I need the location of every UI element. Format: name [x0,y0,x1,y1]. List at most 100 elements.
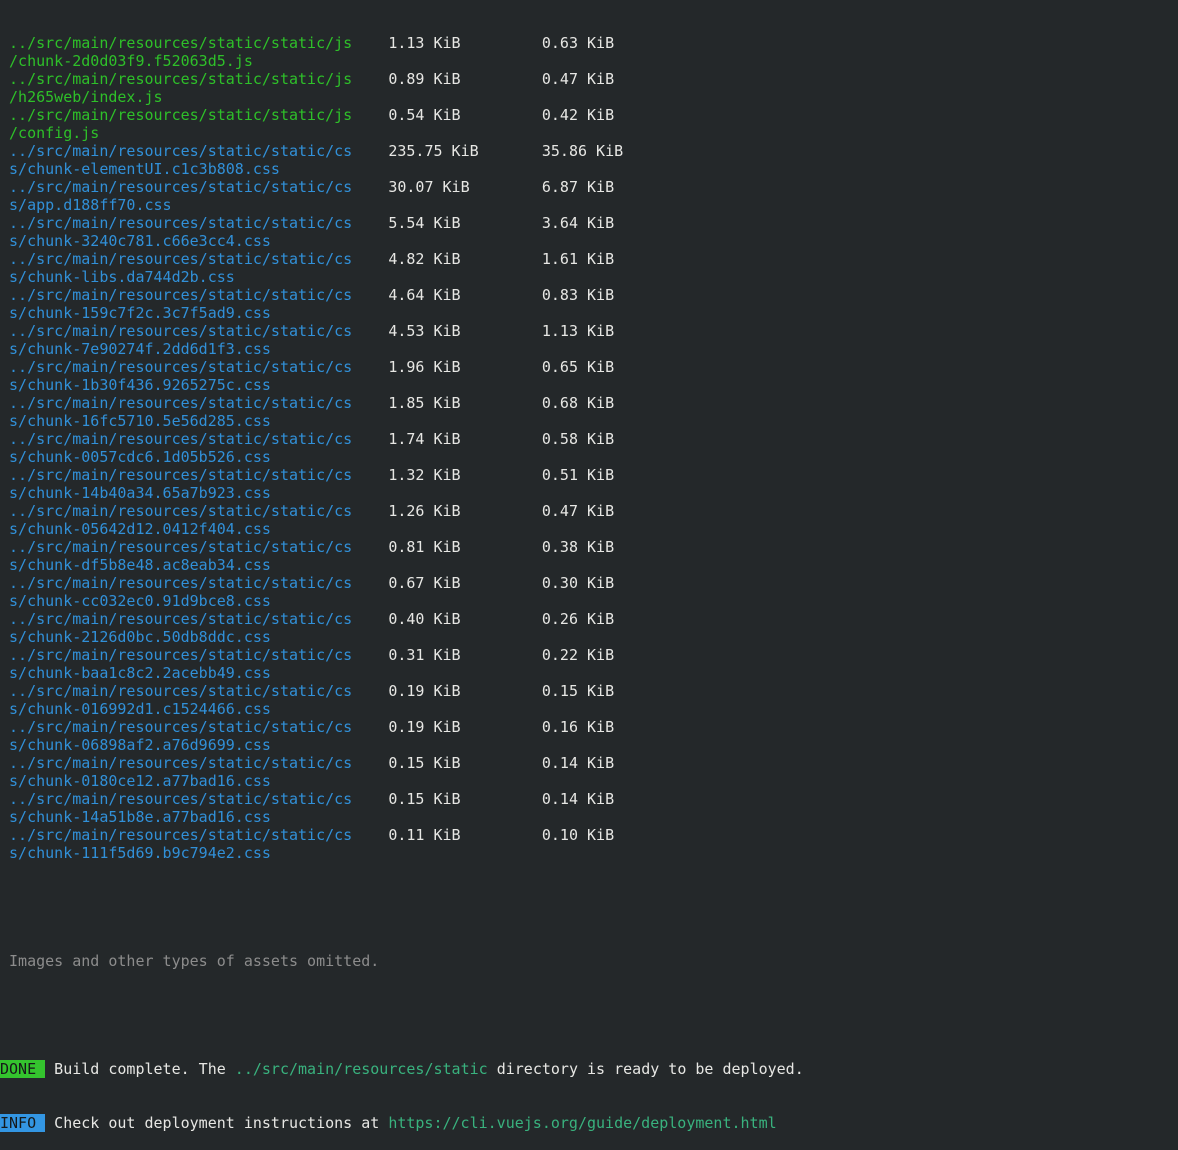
file-path-wrapped: s/chunk-05642d12.0412f404.css [0,520,271,538]
file-size: 0.31 KiB [388,646,542,664]
file-entry-line2: s/chunk-14a51b8e.a77bad16.css [0,808,1178,826]
file-gzip-size: 0.65 KiB [542,358,614,376]
file-entry-line1: ../src/main/resources/static/static/cs 3… [0,178,1178,196]
file-path: ../src/main/resources/static/static/js [0,34,388,52]
file-size: 5.54 KiB [388,214,542,232]
file-entry-line1: ../src/main/resources/static/static/cs 2… [0,142,1178,160]
file-size: 0.40 KiB [388,610,542,628]
terminal-output[interactable]: ../src/main/resources/static/static/js 1… [0,0,1178,930]
file-size: 1.74 KiB [388,430,542,448]
file-path: ../src/main/resources/static/static/cs [0,322,388,340]
file-gzip-size: 0.63 KiB [542,34,614,52]
file-gzip-size: 0.42 KiB [542,106,614,124]
file-entry-line1: ../src/main/resources/static/static/cs 0… [0,682,1178,700]
file-path: ../src/main/resources/static/static/cs [0,142,388,160]
file-size: 1.85 KiB [388,394,542,412]
file-path-wrapped: s/chunk-14b40a34.65a7b923.css [0,484,271,502]
done-line: DONE Build complete. The ../src/main/res… [0,1060,1178,1078]
file-size: 0.19 KiB [388,718,542,736]
file-path: ../src/main/resources/static/static/cs [0,610,388,628]
file-path: ../src/main/resources/static/static/cs [0,682,388,700]
file-entry-line1: ../src/main/resources/static/static/js 0… [0,70,1178,88]
file-path: ../src/main/resources/static/static/cs [0,430,388,448]
file-gzip-size: 0.15 KiB [542,682,614,700]
file-path-wrapped: s/chunk-159c7f2c.3c7f5ad9.css [0,304,271,322]
file-entry-line2: s/chunk-16fc5710.5e56d285.css [0,412,1178,430]
file-size: 0.19 KiB [388,682,542,700]
file-entry-line2: s/chunk-3240c781.c66e3cc4.css [0,232,1178,250]
done-text-before: Build complete. The [45,1060,235,1078]
file-entry-line1: ../src/main/resources/static/static/cs 0… [0,826,1178,844]
file-path: ../src/main/resources/static/static/cs [0,754,388,772]
file-entry-line2: /h265web/index.js [0,88,1178,106]
deployment-docs-link[interactable]: https://cli.vuejs.org/guide/deployment.h… [388,1114,776,1132]
file-path: ../src/main/resources/static/static/js [0,70,388,88]
file-path-wrapped: s/chunk-df5b8e48.ac8eab34.css [0,556,271,574]
done-text-after: directory is ready to be deployed. [488,1060,804,1078]
blank-line [0,1006,1178,1024]
file-entry-line1: ../src/main/resources/static/static/cs 1… [0,430,1178,448]
file-entry-line2: s/chunk-1b30f436.9265275c.css [0,376,1178,394]
file-size: 0.54 KiB [388,106,542,124]
file-size: 1.13 KiB [388,34,542,52]
info-line: INFO Check out deployment instructions a… [0,1114,1178,1132]
file-entry-line1: ../src/main/resources/static/static/cs 0… [0,718,1178,736]
file-gzip-size: 0.30 KiB [542,574,614,592]
file-size: 0.89 KiB [388,70,542,88]
file-path: ../src/main/resources/static/static/cs [0,502,388,520]
blank-line [0,898,1178,916]
file-entry-line1: ../src/main/resources/static/static/cs 1… [0,358,1178,376]
file-path: ../src/main/resources/static/static/cs [0,466,388,484]
file-entry-line1: ../src/main/resources/static/static/cs 1… [0,466,1178,484]
file-gzip-size: 0.68 KiB [542,394,614,412]
done-output-path: ../src/main/resources/static [235,1060,488,1078]
file-path: ../src/main/resources/static/static/cs [0,250,388,268]
file-path: ../src/main/resources/static/static/cs [0,358,388,376]
file-path: ../src/main/resources/static/static/cs [0,286,388,304]
file-entry-line1: ../src/main/resources/static/static/cs 0… [0,646,1178,664]
file-gzip-size: 0.47 KiB [542,502,614,520]
file-entry-line2: s/chunk-baa1c8c2.2acebb49.css [0,664,1178,682]
info-text-before: Check out deployment instructions at [45,1114,388,1132]
file-gzip-size: 0.58 KiB [542,430,614,448]
file-gzip-size: 0.14 KiB [542,790,614,808]
file-size: 1.96 KiB [388,358,542,376]
file-entry-line2: s/chunk-elementUI.c1c3b808.css [0,160,1178,178]
file-gzip-size: 1.61 KiB [542,250,614,268]
file-gzip-size: 0.14 KiB [542,754,614,772]
file-entry-line1: ../src/main/resources/static/static/cs 0… [0,610,1178,628]
file-size: 4.53 KiB [388,322,542,340]
file-entry-line2: s/app.d188ff70.css [0,196,1178,214]
file-size: 4.82 KiB [388,250,542,268]
file-path-wrapped: /chunk-2d0d03f9.f52063d5.js [0,52,253,70]
file-path: ../src/main/resources/static/static/cs [0,826,388,844]
file-entry-line2: s/chunk-0180ce12.a77bad16.css [0,772,1178,790]
file-size: 235.75 KiB [388,142,542,160]
file-entry-line2: s/chunk-06898af2.a76d9699.css [0,736,1178,754]
file-gzip-size: 0.38 KiB [542,538,614,556]
file-path-wrapped: s/chunk-libs.da744d2b.css [0,268,235,286]
file-size: 1.32 KiB [388,466,542,484]
file-size: 0.67 KiB [388,574,542,592]
file-path-wrapped: s/chunk-0180ce12.a77bad16.css [0,772,271,790]
file-path: ../src/main/resources/static/static/cs [0,790,388,808]
file-entry-line1: ../src/main/resources/static/static/js 0… [0,106,1178,124]
file-path-wrapped: s/chunk-016992d1.c1524466.css [0,700,271,718]
file-entry-line2: s/chunk-libs.da744d2b.css [0,268,1178,286]
file-path: ../src/main/resources/static/static/cs [0,538,388,556]
file-entry-line1: ../src/main/resources/static/static/cs 0… [0,538,1178,556]
file-entry-line2: s/chunk-14b40a34.65a7b923.css [0,484,1178,502]
file-gzip-size: 1.13 KiB [542,322,614,340]
file-path: ../src/main/resources/static/static/cs [0,178,388,196]
file-path: ../src/main/resources/static/static/cs [0,394,388,412]
file-entry-line1: ../src/main/resources/static/static/cs 5… [0,214,1178,232]
file-entry-line2: s/chunk-2126d0bc.50db8ddc.css [0,628,1178,646]
file-gzip-size: 0.10 KiB [542,826,614,844]
file-gzip-size: 0.51 KiB [542,466,614,484]
file-path: ../src/main/resources/static/static/cs [0,214,388,232]
file-gzip-size: 0.83 KiB [542,286,614,304]
file-path-wrapped: s/chunk-111f5d69.b9c794e2.css [0,844,271,862]
file-entry-line1: ../src/main/resources/static/static/cs 1… [0,502,1178,520]
file-entry-line2: s/chunk-0057cdc6.1d05b526.css [0,448,1178,466]
file-entry-line2: s/chunk-05642d12.0412f404.css [0,520,1178,538]
